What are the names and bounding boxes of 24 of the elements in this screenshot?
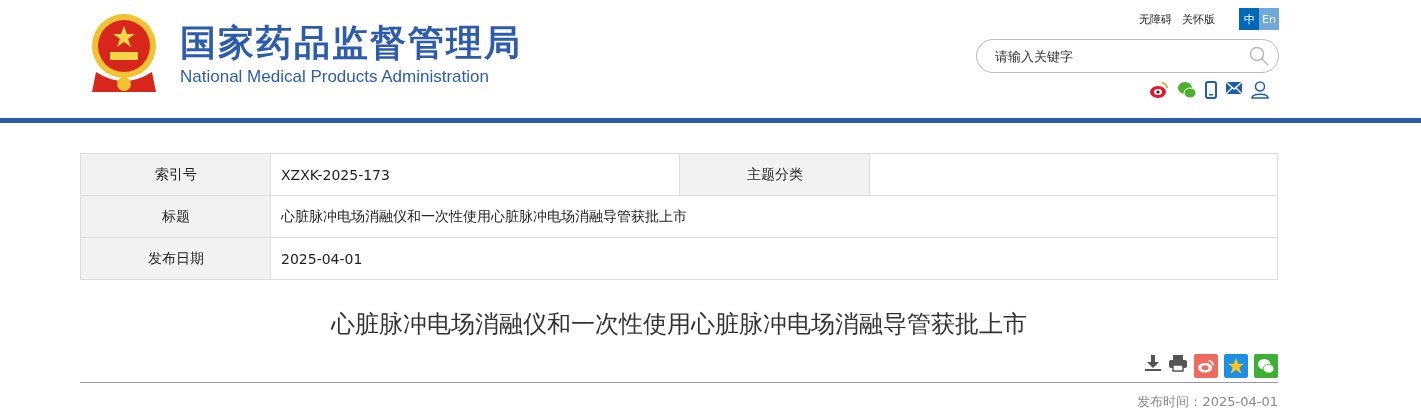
- language-tab[interactable]: 中: [1239, 8, 1259, 30]
- mail-icon[interactable]: [1225, 81, 1243, 95]
- site-subtitle: National Medical Products Administration: [180, 67, 490, 87]
- weibo-share-icon[interactable]: [1194, 354, 1218, 378]
- field-value: 心脏脉冲电场消融仪和一次性使用心脏脉冲电场消融导管获批上市: [280, 206, 688, 226]
- header-link[interactable]: 无障碍: [1139, 11, 1172, 27]
- star-share-icon[interactable]: [1224, 354, 1248, 378]
- wechat-share-icon[interactable]: [1254, 354, 1278, 378]
- download-icon[interactable]: [1144, 354, 1162, 372]
- field-label: 主题分类: [680, 154, 870, 195]
- user-icon[interactable]: [1251, 81, 1269, 99]
- field-label: 发布日期: [81, 238, 271, 279]
- search-field[interactable]: 请输入关键字: [976, 39, 1279, 73]
- field-label: 索引号: [81, 154, 271, 195]
- publish-date: 发布时间：2025-04-01: [1136, 393, 1278, 411]
- article-title: 心脏脉冲电场消融仪和一次性使用心脏脉冲电场消融导管获批上市: [330, 309, 1028, 340]
- header-link[interactable]: 关怀版: [1182, 11, 1215, 27]
- phone-icon[interactable]: [1205, 81, 1217, 99]
- weibo-icon[interactable]: [1149, 81, 1169, 99]
- wechat-icon[interactable]: [1177, 81, 1197, 99]
- print-icon[interactable]: [1168, 354, 1188, 372]
- site-title: 国家药品监督管理局: [180, 23, 522, 63]
- field-value: 2025-04-01: [280, 249, 364, 269]
- field-label: 标题: [81, 196, 271, 237]
